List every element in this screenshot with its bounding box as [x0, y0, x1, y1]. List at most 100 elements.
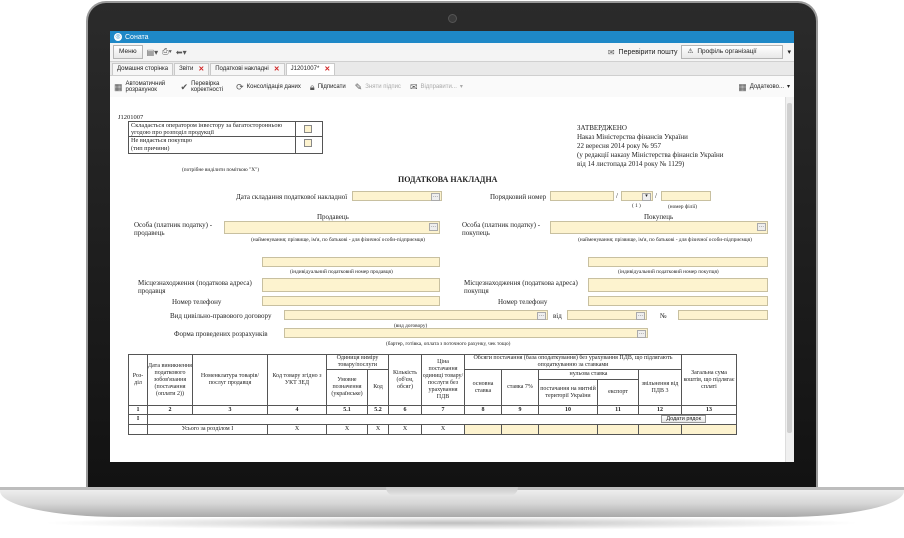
- header-zero-b: експорт: [597, 379, 639, 406]
- header-date: Дата виникнення податкового зобов'язання…: [147, 354, 193, 406]
- warning-icon: ⚠: [687, 48, 694, 55]
- consolidate-label: Консолідація даних: [246, 83, 301, 90]
- app-title: Соната: [125, 33, 149, 41]
- back-arrow-icon[interactable]: ⬅▾: [176, 48, 187, 57]
- send-icon: ✉: [409, 81, 418, 92]
- col-num: 6: [388, 405, 422, 415]
- unsign-button[interactable]: ✎ Зняти підпис: [354, 81, 401, 92]
- calculator-icon: ▦: [114, 81, 123, 92]
- vertical-scrollbar[interactable]: [785, 97, 794, 462]
- total-rate7-input[interactable]: [501, 424, 539, 435]
- opt2-checkbox[interactable]: [304, 139, 312, 147]
- payment-label: Форма проведених розрахунків: [174, 330, 268, 338]
- seller-ipn-input[interactable]: [262, 257, 440, 267]
- total-zero-b-input[interactable]: [597, 424, 639, 435]
- buyer-address-input[interactable]: [588, 278, 768, 292]
- seller-address-input[interactable]: [262, 278, 440, 292]
- app-logo-icon: ◎: [114, 33, 122, 41]
- total-zero-a-input[interactable]: [538, 424, 598, 435]
- print-icon[interactable]: ⎙▾: [162, 47, 172, 57]
- goods-table: Роз-діл Дата виникнення податкового зобо…: [128, 354, 737, 435]
- close-icon[interactable]: ✕: [274, 64, 280, 75]
- tab-home[interactable]: Домашня сторінка: [112, 63, 174, 75]
- header-unit-b: Код: [367, 369, 389, 406]
- branch-hint: (номер філії): [668, 204, 698, 210]
- lookup-button[interactable]: …: [429, 223, 438, 231]
- contract-number-input[interactable]: [678, 310, 768, 320]
- close-icon[interactable]: ✕: [324, 64, 330, 75]
- lookup-button[interactable]: …: [537, 312, 546, 320]
- buyer-phone-input[interactable]: [588, 296, 768, 306]
- check-mail-button[interactable]: Перевірити пошту: [619, 49, 678, 56]
- opt1-cell: [295, 121, 323, 137]
- total-row-cell: [128, 424, 148, 435]
- menu-button[interactable]: Меню: [113, 45, 143, 59]
- total-row-label: Усього за розділом І: [147, 424, 268, 435]
- buyer-ipn-input[interactable]: [588, 257, 768, 267]
- unsign-label: Зняти підпис: [365, 83, 401, 90]
- total-exempt-input[interactable]: [638, 424, 682, 435]
- header-exempt: звільнення від ПДВ 3: [638, 369, 682, 406]
- contract-input[interactable]: …: [284, 310, 548, 320]
- check-button[interactable]: ✔ Перевірка коректності: [181, 81, 228, 94]
- buyer-heading: Покупець: [644, 213, 674, 221]
- org-profile-button[interactable]: ⚠ Профіль організації: [681, 45, 784, 59]
- calendar-button[interactable]: …: [431, 193, 440, 201]
- seller-name-input[interactable]: …: [224, 221, 440, 234]
- col-num: 13: [681, 405, 737, 415]
- col-num: 4: [267, 405, 327, 415]
- add-row-button[interactable]: Додати рядок: [661, 415, 706, 423]
- auto-calc-label: Автоматичний розрахунок: [125, 80, 166, 94]
- total-x: X: [326, 424, 368, 435]
- lookup-button[interactable]: …: [637, 330, 646, 338]
- buyer-person-label: Особа (платник податку) - покупець: [462, 221, 541, 237]
- lookup-button[interactable]: …: [757, 223, 766, 231]
- number-type-select[interactable]: ▾: [621, 191, 653, 201]
- header-zero-a: постачання на митній території України: [538, 379, 598, 406]
- order-line-1: Наказ Міністерства фінансів України: [577, 133, 688, 141]
- send-button[interactable]: ✉ Відправити... ▾: [409, 81, 463, 92]
- header-code: Код товару згідно з УКТ ЗЕД: [267, 354, 327, 406]
- tab-tax-invoices[interactable]: Податкові накладні ✕: [210, 63, 285, 75]
- sign-button[interactable]: 🔒︎ Підписати: [310, 83, 346, 91]
- contract-label: Вид цивільно-правового договору: [170, 312, 272, 320]
- chevron-down-icon[interactable]: ▾: [787, 48, 791, 56]
- total-x: X: [267, 424, 327, 435]
- laptop-shadow: [40, 516, 864, 530]
- number-input[interactable]: [550, 191, 614, 201]
- consolidate-button[interactable]: ⟳ Консолідація даних: [236, 83, 301, 91]
- total-basic-input[interactable]: [464, 424, 502, 435]
- mark-hint: (потрібне виділити поміткою "X"): [182, 167, 260, 173]
- unsign-icon: ✎: [354, 81, 363, 92]
- opt2-label: Не видається покупцю (тип причини): [128, 136, 296, 154]
- date-input[interactable]: …: [352, 191, 442, 201]
- seller-ipn-hint: (індивідуальний податковий номер продавц…: [290, 269, 393, 275]
- chevron-down-icon[interactable]: ▾: [642, 193, 651, 201]
- status-table: Складається оператором інвестору за бага…: [128, 121, 323, 154]
- opt1-checkbox[interactable]: [304, 125, 312, 133]
- approval-block: ЗАТВЕРДЖЕНО Наказ Міністерства фінансів …: [577, 124, 724, 169]
- col-num: 8: [464, 405, 502, 415]
- tab-j1201007[interactable]: J1201007* ✕: [285, 63, 336, 75]
- payment-input[interactable]: …: [284, 328, 648, 338]
- contract-date-input[interactable]: …: [567, 310, 647, 320]
- auto-calc-button[interactable]: ▦ Автоматичний розрахунок: [114, 81, 172, 94]
- col-num: 9: [501, 405, 539, 415]
- total-sum-input[interactable]: [681, 424, 737, 435]
- order-line-3: (у редакції наказу Міністерства фінансів…: [577, 151, 724, 159]
- save-icon[interactable]: ▤▾: [147, 48, 159, 57]
- seller-phone-input[interactable]: [262, 296, 440, 306]
- laptop-notch: [386, 487, 518, 496]
- buyer-name-input[interactable]: …: [550, 221, 768, 234]
- calendar-button[interactable]: …: [636, 312, 645, 320]
- scrollbar-thumb[interactable]: [787, 103, 792, 433]
- col-num: 7: [421, 405, 465, 415]
- branch-input[interactable]: [661, 191, 711, 201]
- tab-reports[interactable]: Звіти ✕: [174, 63, 210, 75]
- close-icon[interactable]: ✕: [198, 64, 204, 75]
- number-slash-1: /: [616, 192, 618, 200]
- more-button[interactable]: ▦ Додатково... ▾: [738, 83, 790, 91]
- date-label: Дата складання податкової накладної: [236, 193, 348, 201]
- opt1-label: Складається оператором інвестору за бага…: [128, 121, 296, 137]
- total-x: X: [367, 424, 389, 435]
